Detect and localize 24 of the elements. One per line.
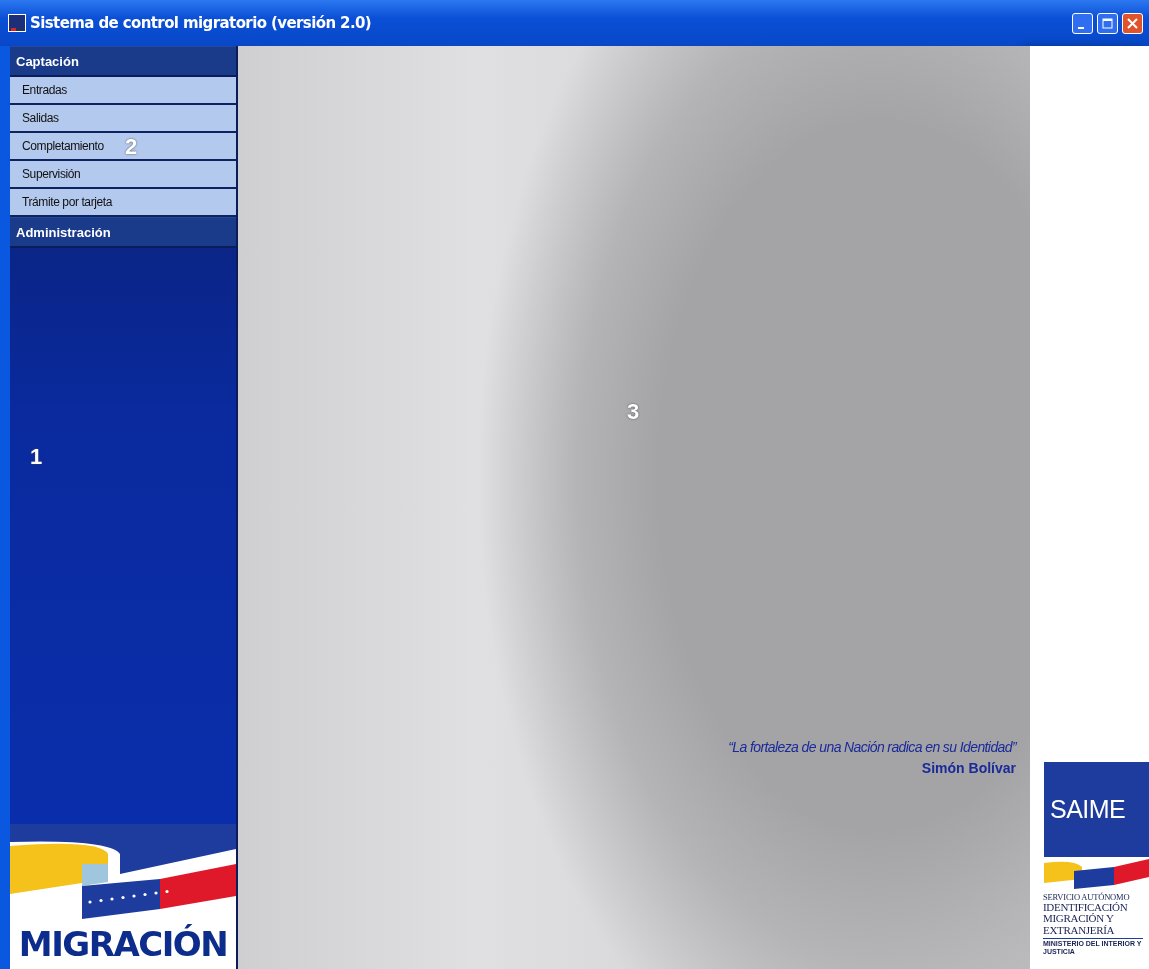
callout-number: 1 bbox=[30, 443, 43, 471]
logo-title: SAIME bbox=[1050, 793, 1126, 825]
callout-number: 3 bbox=[627, 398, 640, 426]
menu-item[interactable]: Trámite por tarjeta bbox=[10, 189, 236, 217]
menu-group-header[interactable]: Administración bbox=[10, 217, 236, 248]
maximize-button[interactable] bbox=[1097, 12, 1118, 34]
callout-number: 2 bbox=[125, 133, 138, 161]
menu-item[interactable]: Salidas bbox=[10, 105, 236, 133]
logo-subtitle: EXTRANJERÍA bbox=[1043, 924, 1116, 937]
menu-item[interactable]: Entradas bbox=[10, 77, 236, 105]
minimize-button[interactable] bbox=[1072, 12, 1093, 34]
menu-group-header[interactable]: Captación bbox=[10, 46, 236, 77]
quote-text: “La fortaleza de una Nación radica en su Identidad” bbox=[728, 738, 1016, 757]
window-title: Sistema de control migratorio (versión 2.0) bbox=[30, 12, 372, 34]
app-icon bbox=[8, 14, 26, 32]
quote-author: Simón Bolívar bbox=[921, 759, 1016, 778]
maximize-icon bbox=[1102, 17, 1113, 29]
close-button[interactable] bbox=[1122, 12, 1143, 34]
logo-subtitle: IDENTIFICACIÓN bbox=[1043, 901, 1129, 913]
logo-subtitle: MIGRACIÓN Y bbox=[1043, 913, 1115, 925]
menu-item[interactable]: Supervisión bbox=[10, 161, 236, 189]
minimize-icon bbox=[1077, 27, 1084, 29]
close-icon bbox=[1127, 17, 1138, 29]
logo-subtitle: SERVICIO AUTÓNOMO bbox=[1043, 892, 1131, 902]
